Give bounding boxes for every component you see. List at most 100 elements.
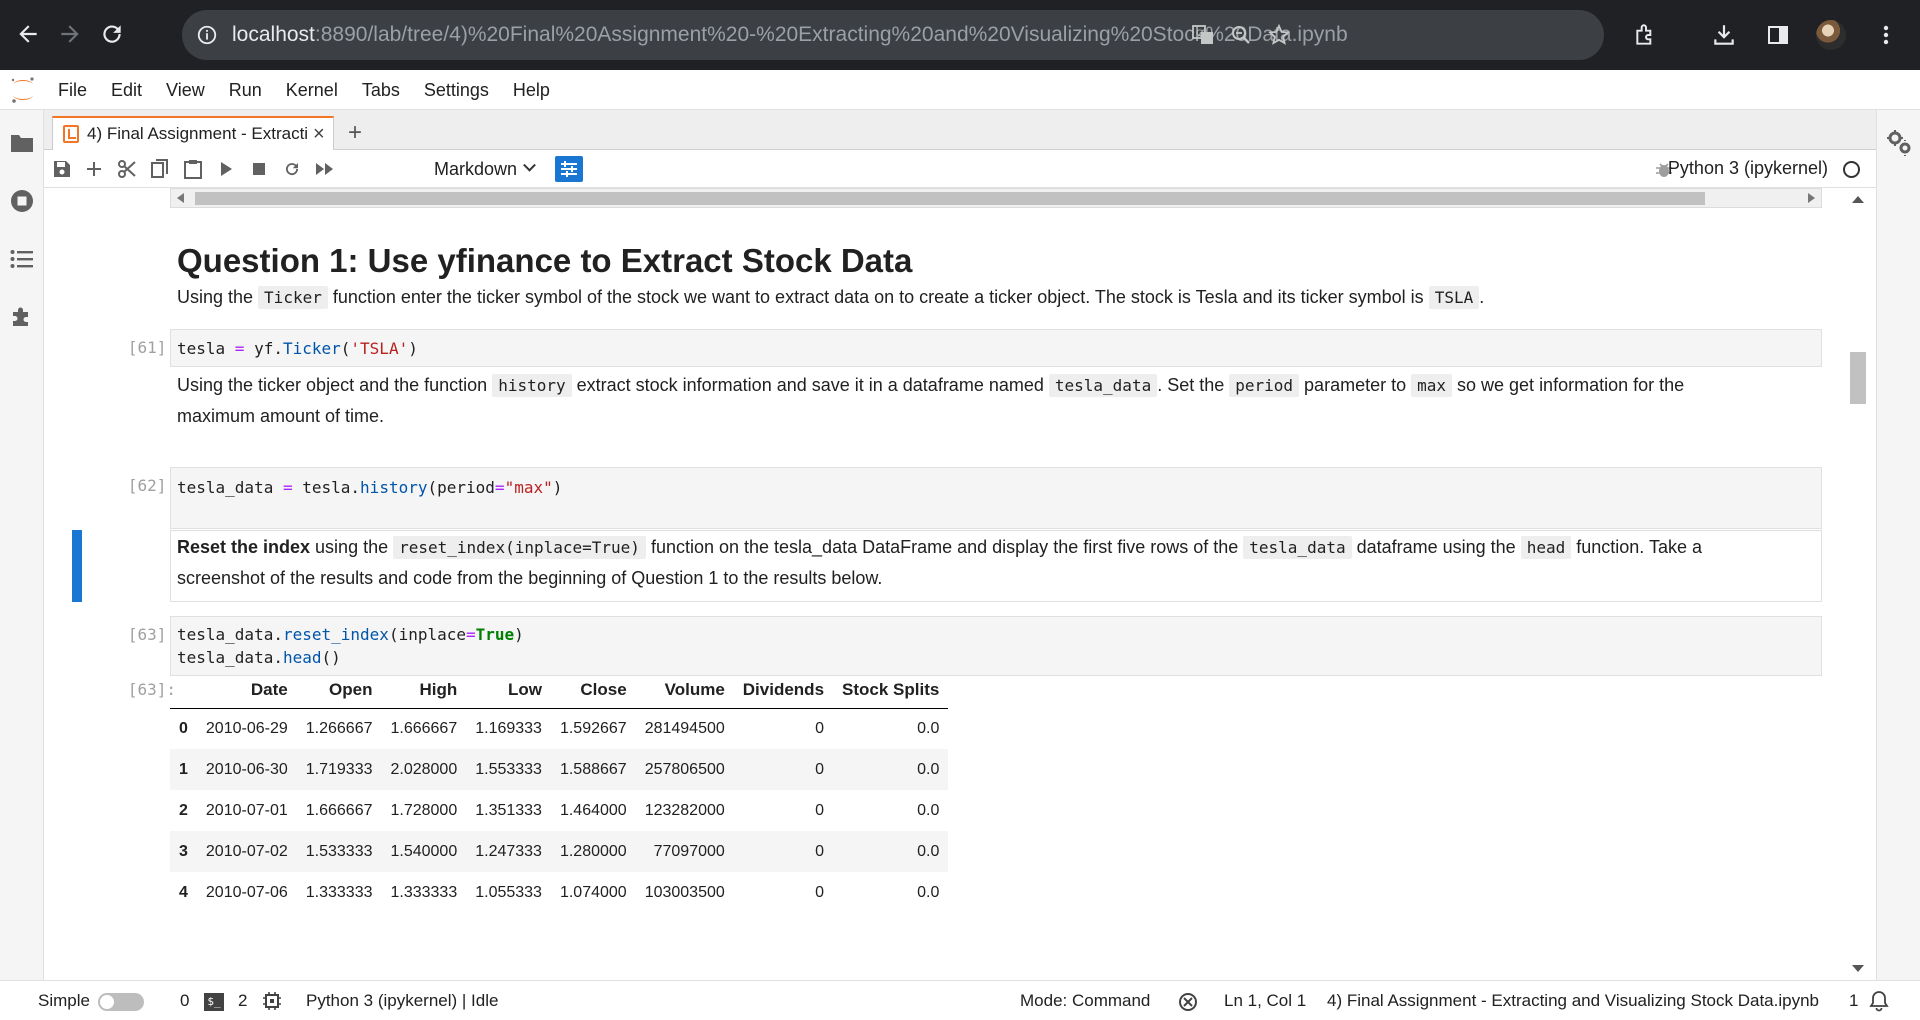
- toc-icon[interactable]: [7, 244, 37, 274]
- column-header: Open: [296, 672, 382, 709]
- code-cell-62[interactable]: tesla_data = tesla.history(period="max"): [170, 467, 1822, 529]
- table-cell: 1.540000: [381, 831, 467, 872]
- kernel-status-icon: [1843, 161, 1860, 178]
- inline-code: tesla_data: [1048, 374, 1158, 397]
- scroll-left-icon[interactable]: [177, 193, 184, 203]
- profile-avatar[interactable]: [1816, 20, 1846, 50]
- table-cell: 2010-07-02: [196, 831, 297, 872]
- md-bold: Reset the index: [177, 537, 311, 557]
- table-cell: 1.728000: [390, 801, 458, 819]
- save-icon[interactable]: [48, 156, 76, 182]
- table-cell: 77097000: [635, 831, 734, 872]
- inline-code: TSLA: [1428, 286, 1480, 309]
- dataframe-output: Date Open High Low Close Volume Dividends Stock…: [170, 672, 949, 913]
- table-cell: 2.028000: [381, 749, 467, 790]
- kernel-name-button[interactable]: Python 3 (ipykernel): [1668, 158, 1828, 179]
- main-dock-panel: 4) Final Assignment - Extracti × + Markd…: [44, 110, 1876, 980]
- reload-icon[interactable]: [92, 14, 132, 54]
- jupyter-logo: [10, 76, 36, 104]
- scroll-thumb[interactable]: [1850, 352, 1866, 404]
- stop-icon[interactable]: [245, 156, 273, 182]
- forward-icon[interactable]: [50, 14, 90, 54]
- site-info-icon[interactable]: [194, 22, 220, 48]
- simple-mode-toggle[interactable]: [98, 993, 144, 1011]
- inline-code: period: [1229, 374, 1300, 397]
- menu-view[interactable]: View: [154, 70, 217, 110]
- table-cell: 1.719333: [296, 749, 382, 790]
- cell-type-dropdown[interactable]: Markdown: [434, 154, 536, 184]
- notebook-panel[interactable]: Question 1: Use yfinance to Extract Stoc…: [44, 188, 1876, 980]
- menu-run[interactable]: Run: [217, 70, 274, 110]
- sidepanel-icon[interactable]: [1760, 17, 1796, 53]
- menu-file[interactable]: File: [46, 70, 99, 110]
- more-icon[interactable]: [1868, 17, 1904, 53]
- md-text: screenshot of the results and code from …: [177, 568, 883, 588]
- terminal-icon[interactable]: $_: [204, 993, 224, 1011]
- column-header: Dividends: [733, 672, 834, 709]
- property-inspector-icon[interactable]: [1885, 128, 1913, 156]
- inline-code: tesla_data: [1243, 536, 1352, 559]
- cursor-position[interactable]: Ln 1, Col 1: [1224, 991, 1306, 1011]
- simple-mode-label: Simple: [38, 991, 90, 1010]
- scroll-down-icon[interactable]: [1852, 965, 1864, 972]
- download-icon[interactable]: [1706, 17, 1742, 53]
- folder-icon[interactable]: [7, 128, 37, 158]
- tab-label: 4) Final Assignment - Extracti: [87, 124, 309, 143]
- kernel-status-text[interactable]: Python 3 (ipykernel) | Idle: [306, 991, 498, 1011]
- property-inspector-toggle-icon[interactable]: [555, 156, 583, 182]
- table-row: 1 2010-06-30 1.719333 2.028000 1.553333 1.588…: [170, 749, 949, 790]
- address-bar[interactable]: localhost:8890/lab/tree/4)%20Final%20Ass…: [182, 10, 1604, 60]
- scroll-right-icon[interactable]: [1808, 193, 1815, 203]
- bell-icon[interactable]: [1868, 990, 1890, 1012]
- back-icon[interactable]: [8, 14, 48, 54]
- lsp-status-icon[interactable]: [1178, 992, 1198, 1012]
- table-cell: 0.0: [917, 883, 940, 901]
- scroll-up-icon[interactable]: [1852, 196, 1864, 203]
- code-cell-63[interactable]: tesla_data.reset_index(inplace=True) tes…: [170, 616, 1822, 676]
- scroll-thumb[interactable]: [195, 192, 1705, 205]
- extensions-icon[interactable]: [1628, 17, 1664, 53]
- notebook-icon: [63, 125, 79, 143]
- cut-icon[interactable]: [113, 156, 141, 182]
- table-cell: 0.0: [917, 719, 940, 737]
- close-icon[interactable]: ×: [313, 123, 325, 146]
- running-icon[interactable]: [7, 186, 37, 216]
- code-cell-61[interactable]: tesla = yf.Ticker('TSLA'): [170, 329, 1822, 367]
- copy-icon[interactable]: [146, 156, 174, 182]
- inline-code: head: [1520, 536, 1572, 559]
- tab-notebook[interactable]: 4) Final Assignment - Extracti ×: [52, 116, 334, 150]
- menu-tabs[interactable]: Tabs: [350, 70, 412, 110]
- notebook-toolbar: Markdown Python 3 (ipykernel): [44, 150, 1876, 188]
- table-cell: 0: [733, 831, 834, 872]
- kernel-count[interactable]: 0: [180, 991, 189, 1011]
- mode-indicator[interactable]: Mode: Command: [1020, 991, 1150, 1011]
- markdown-cell-ticker[interactable]: Using the Ticker function enter the tick…: [177, 282, 1484, 313]
- md-text: dataframe using the: [1351, 537, 1521, 557]
- menu-settings[interactable]: Settings: [412, 70, 501, 110]
- star-icon[interactable]: [1266, 22, 1292, 48]
- column-header: Volume: [635, 672, 734, 709]
- menu-help[interactable]: Help: [501, 70, 562, 110]
- menu-edit[interactable]: Edit: [99, 70, 154, 110]
- markdown-cell-history[interactable]: Using the ticker object and the function…: [177, 370, 1684, 432]
- md-text: function on the tesla_data DataFrame and…: [645, 537, 1244, 557]
- notification-count[interactable]: 1: [1849, 991, 1858, 1011]
- restart-icon[interactable]: [278, 156, 306, 182]
- menu-kernel[interactable]: Kernel: [274, 70, 350, 110]
- insert-cell-icon[interactable]: [80, 156, 108, 182]
- cell-prompt: [61]:: [127, 338, 176, 357]
- chevron-down-icon: [523, 158, 536, 172]
- inline-code: reset_index(inplace=True): [393, 536, 646, 559]
- cpu-icon[interactable]: [262, 991, 282, 1011]
- extension-manager-icon[interactable]: [7, 302, 37, 332]
- add-tab-button[interactable]: +: [340, 118, 370, 148]
- run-icon[interactable]: [212, 156, 240, 182]
- terminal-count[interactable]: 2: [238, 991, 247, 1011]
- paste-icon[interactable]: [179, 156, 207, 182]
- zoom-icon[interactable]: [1228, 22, 1254, 48]
- table-cell: 1.553333: [466, 749, 551, 790]
- translate-icon[interactable]: G: [1190, 22, 1216, 48]
- fast-forward-icon[interactable]: [311, 156, 339, 182]
- horizontal-scrollbar[interactable]: [170, 188, 1822, 208]
- vertical-scrollbar[interactable]: [1844, 188, 1872, 980]
